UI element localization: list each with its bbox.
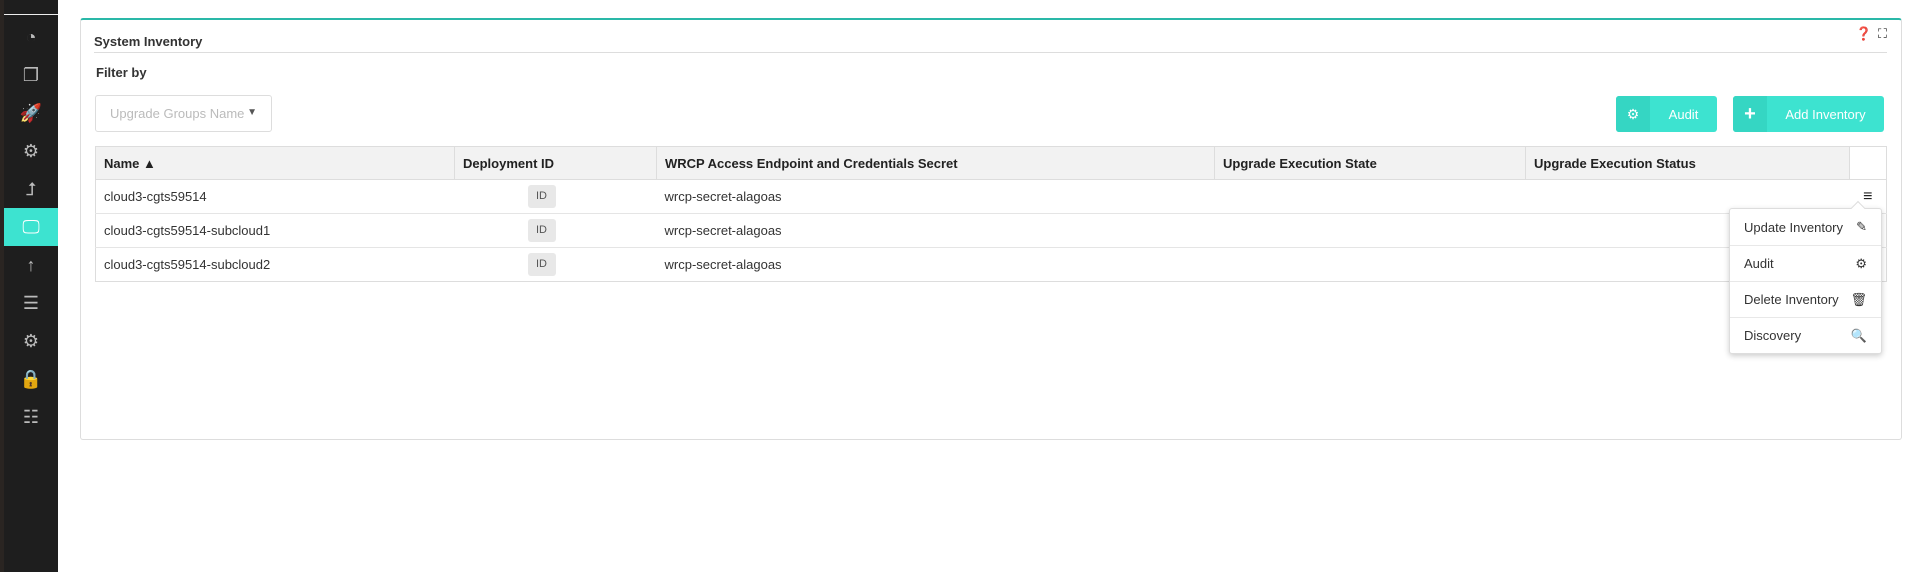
add-inventory-button[interactable]: + Add Inventory <box>1733 96 1884 132</box>
search-icon: 🔍 <box>1850 327 1867 343</box>
column-header-actions <box>1849 146 1887 180</box>
edit-icon: ✎ <box>1856 219 1867 234</box>
arrow-up-icon: ↑ <box>26 254 36 275</box>
sidebar-item-tasks[interactable]: ☷ <box>4 398 58 436</box>
menu-item-label: Update Inventory <box>1744 219 1844 235</box>
hamburger-menu-icon[interactable]: ≡ <box>1863 188 1872 205</box>
add-inventory-label: Add Inventory <box>1785 106 1866 122</box>
help-icon[interactable]: ❓ <box>1856 26 1872 42</box>
cell-state <box>1214 247 1526 282</box>
sidebar-item-dashboard[interactable]: ◔ <box>4 18 58 56</box>
desktop-icon: 🖵 <box>22 216 40 237</box>
sidebar-item-copy[interactable]: ❐ <box>4 56 58 94</box>
menu-item-label: Audit <box>1744 256 1774 271</box>
sidebar-item-gears[interactable]: ⚙ <box>4 132 58 170</box>
deployment-id-badge: ID <box>527 253 556 276</box>
cell-state <box>1214 179 1526 214</box>
menu-item-delete-inventory[interactable]: Delete Inventory 🗑 <box>1730 281 1881 317</box>
level-up-icon: ⮥ <box>25 178 37 199</box>
gears-icon: ⚙ <box>1855 255 1867 271</box>
menu-item-label: Delete Inventory <box>1744 292 1839 307</box>
trash-icon: 🗑 <box>1850 291 1867 307</box>
cell-name: cloud3-cgts59514-subcloud1 <box>95 213 455 248</box>
divider <box>4 14 58 15</box>
table-row[interactable]: cloud3-cgts59514-subcloud1 ID wrcp-secre… <box>95 213 1887 248</box>
menu-item-audit[interactable]: Audit ⚙ <box>1730 245 1881 281</box>
column-header-deployment-id[interactable]: Deployment ID <box>454 146 657 180</box>
column-header-execution-status[interactable]: Upgrade Execution Status <box>1525 146 1850 180</box>
column-header-wrcp-secret[interactable]: WRCP Access Endpoint and Credentials Sec… <box>656 146 1215 180</box>
cell-name: cloud3-cgts59514-subcloud2 <box>95 247 455 282</box>
dashboard-icon: ◔ <box>25 26 37 47</box>
menu-item-label: Discovery <box>1744 328 1802 343</box>
sidebar-item-arrow-up[interactable]: ↑ <box>4 246 58 284</box>
gears-icon: ⚙ <box>22 140 40 161</box>
divider <box>94 52 1887 53</box>
table-row[interactable]: cloud3-cgts59514-subcloud2 ID wrcp-secre… <box>95 247 1887 282</box>
menu-item-discovery[interactable]: Discovery 🔍 <box>1730 317 1881 353</box>
sidebar-item-desktop[interactable]: 🖵 <box>4 208 58 246</box>
sidebar: ◔ ❐ 🚀 ⚙ ⮥ 🖵 ↑ ☰ ⚙ 🔒 ☷ <box>0 0 58 572</box>
gear-icon: ⚙ <box>22 330 40 351</box>
column-header-name[interactable]: Name ▲ <box>95 146 455 180</box>
audit-button-label: Audit <box>1668 106 1699 122</box>
table-row[interactable]: cloud3-cgts59514 ID wrcp-secret-alagoas … <box>95 179 1887 214</box>
upgrade-groups-select[interactable]: Upgrade Groups Name ▼ <box>95 95 272 132</box>
tasks-icon: ☷ <box>22 406 40 427</box>
sidebar-item-server[interactable]: ☰ <box>4 284 58 322</box>
expand-icon[interactable]: ⛶ <box>1878 26 1887 42</box>
plus-icon: + <box>1733 96 1767 132</box>
lock-icon: 🔒 <box>19 368 43 389</box>
audit-button[interactable]: ⚙ Audit <box>1616 96 1717 132</box>
cell-secret: wrcp-secret-alagoas <box>656 213 1215 248</box>
sidebar-item-rocket[interactable]: 🚀 <box>4 94 58 132</box>
deployment-id-badge: ID <box>527 185 556 208</box>
cell-secret: wrcp-secret-alagoas <box>656 179 1215 214</box>
cell-name: cloud3-cgts59514 <box>95 179 455 214</box>
column-header-execution-state[interactable]: Upgrade Execution State <box>1214 146 1526 180</box>
sidebar-item-level-up[interactable]: ⮥ <box>4 170 58 208</box>
sidebar-item-gear[interactable]: ⚙ <box>4 322 58 360</box>
deployment-id-badge: ID <box>527 219 556 242</box>
gears-icon: ⚙ <box>1616 96 1650 132</box>
row-actions-menu: Update Inventory ✎ Audit ⚙ Delete Inventory 🗑… <box>1729 200 1882 354</box>
copy-icon: ❐ <box>22 64 40 85</box>
filter-label: Filter by <box>96 65 147 80</box>
cell-state <box>1214 213 1526 248</box>
card-title: System Inventory <box>94 34 203 49</box>
cell-secret: wrcp-secret-alagoas <box>656 247 1215 282</box>
system-inventory-card: System Inventory ❓ ⛶ Filter by Upgrade G… <box>80 18 1902 440</box>
server-icon: ☰ <box>22 292 40 313</box>
caret-down-icon: ▼ <box>247 107 257 118</box>
inventory-table: Name ▲ Deployment ID WRCP Access Endpoin… <box>95 146 1887 282</box>
sidebar-item-lock[interactable]: 🔒 <box>4 360 58 398</box>
select-placeholder: Upgrade Groups Name <box>110 106 245 121</box>
rocket-icon: 🚀 <box>19 102 43 123</box>
